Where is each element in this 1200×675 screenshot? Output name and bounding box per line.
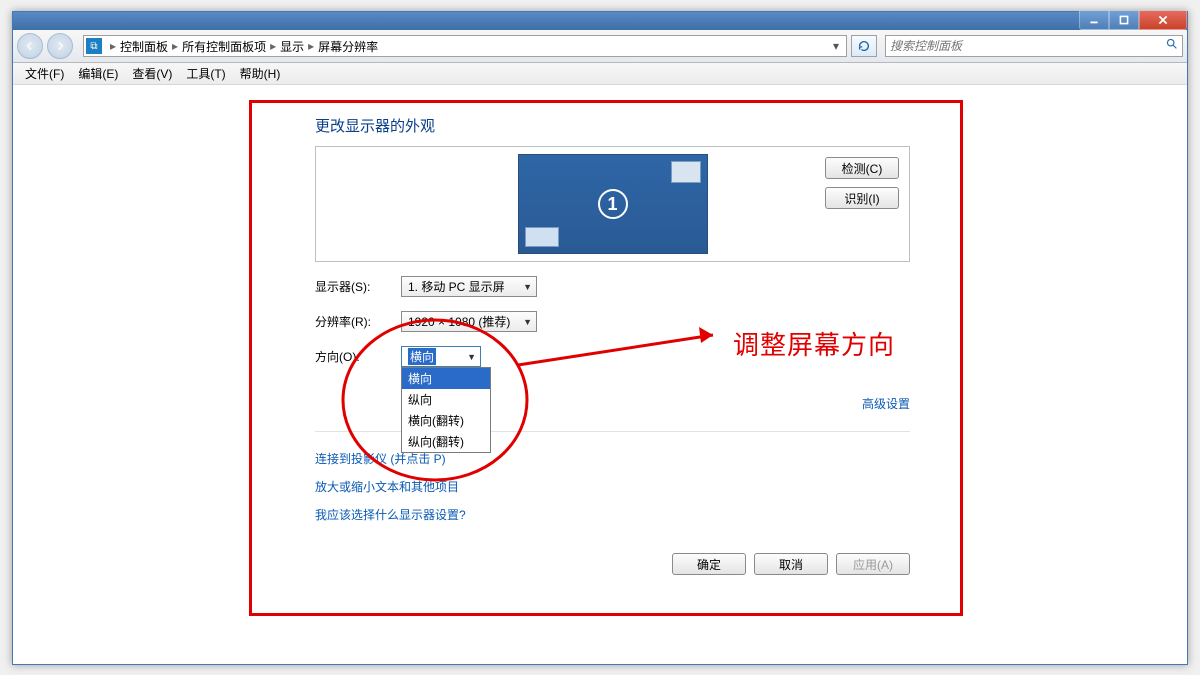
page-title: 更改显示器的外观 xyxy=(315,115,910,136)
address-dropdown-icon[interactable]: ▾ xyxy=(828,39,844,53)
menu-view[interactable]: 查看(V) xyxy=(126,63,178,84)
menu-edit[interactable]: 编辑(E) xyxy=(72,63,124,84)
resolution-label: 分辨率(R): xyxy=(315,313,401,330)
maximize-button[interactable] xyxy=(1109,11,1139,30)
orientation-option[interactable]: 横向(翻转) xyxy=(402,410,490,431)
ok-button[interactable]: 确定 xyxy=(672,553,746,575)
chevron-down-icon: ▼ xyxy=(467,352,476,362)
control-panel-icon: ⧉ xyxy=(86,38,102,54)
chevron-down-icon: ▼ xyxy=(523,282,532,292)
detect-button[interactable]: 检测(C) xyxy=(825,157,899,179)
advanced-settings-link[interactable]: 高级设置 xyxy=(862,397,910,411)
identify-button[interactable]: 识别(I) xyxy=(825,187,899,209)
menu-tools[interactable]: 工具(T) xyxy=(180,63,231,84)
display-settings-page: 更改显示器的外观 1 检测(C) 识别(I) 显示器(S): 1. 移动 PC … xyxy=(315,115,910,524)
titlebar xyxy=(13,12,1187,30)
content-area: 更改显示器的外观 1 检测(C) 识别(I) 显示器(S): 1. 移动 PC … xyxy=(13,85,1187,664)
breadcrumb-item[interactable]: 屏幕分辨率 xyxy=(318,38,378,55)
preview-window-icon xyxy=(671,161,701,183)
resolution-value: 1920 × 1080 (推荐) xyxy=(408,313,510,330)
orientation-combobox[interactable]: 横向 ▼ 横向 纵向 横向(翻转) 纵向(翻转) xyxy=(401,346,481,367)
close-button[interactable] xyxy=(1139,11,1187,30)
breadcrumb-item[interactable]: 所有控制面板项 xyxy=(182,38,266,55)
orientation-option[interactable]: 纵向(翻转) xyxy=(402,431,490,452)
display-label: 显示器(S): xyxy=(315,278,401,295)
monitor-preview[interactable]: 1 xyxy=(518,154,708,254)
chevron-down-icon: ▼ xyxy=(523,317,532,327)
explorer-window: ⧉ ▸ 控制面板 ▸ 所有控制面板项 ▸ 显示 ▸ 屏幕分辨率 ▾ 文件(F) … xyxy=(12,11,1188,665)
display-value: 1. 移动 PC 显示屏 xyxy=(408,278,505,295)
breadcrumb-item[interactable]: 控制面板 xyxy=(120,38,168,55)
cancel-button[interactable]: 取消 xyxy=(754,553,828,575)
text-size-link[interactable]: 放大或缩小文本和其他项目 xyxy=(315,480,459,494)
menu-file[interactable]: 文件(F) xyxy=(19,63,70,84)
projector-link[interactable]: 连接到投影仪 (并点击 P) xyxy=(315,452,446,466)
dialog-buttons: 确定 取消 应用(A) xyxy=(315,553,910,575)
breadcrumb-sep: ▸ xyxy=(110,39,116,53)
orientation-dropdown: 横向 纵向 横向(翻转) 纵向(翻转) xyxy=(401,367,491,453)
preview-taskbar-icon xyxy=(525,227,559,247)
annotation-text: 调整屏幕方向 xyxy=(733,325,895,362)
which-settings-link[interactable]: 我应该选择什么显示器设置? xyxy=(315,508,466,522)
back-button[interactable] xyxy=(17,33,43,59)
address-bar[interactable]: ⧉ ▸ 控制面板 ▸ 所有控制面板项 ▸ 显示 ▸ 屏幕分辨率 ▾ xyxy=(83,35,847,57)
menu-bar: 文件(F) 编辑(E) 查看(V) 工具(T) 帮助(H) xyxy=(13,63,1187,85)
search-icon[interactable] xyxy=(1165,37,1178,55)
refresh-button[interactable] xyxy=(851,35,877,57)
monitor-number: 1 xyxy=(598,189,628,219)
search-input[interactable] xyxy=(890,39,1165,53)
navigation-bar: ⧉ ▸ 控制面板 ▸ 所有控制面板项 ▸ 显示 ▸ 屏幕分辨率 ▾ xyxy=(13,30,1187,63)
orientation-label: 方向(O): xyxy=(315,348,401,365)
orientation-option[interactable]: 纵向 xyxy=(402,389,490,410)
resolution-combobox[interactable]: 1920 × 1080 (推荐) ▼ xyxy=(401,311,537,332)
orientation-option[interactable]: 横向 xyxy=(402,368,490,389)
display-combobox[interactable]: 1. 移动 PC 显示屏 ▼ xyxy=(401,276,537,297)
monitor-preview-box: 1 检测(C) 识别(I) xyxy=(315,146,910,262)
apply-button[interactable]: 应用(A) xyxy=(836,553,910,575)
minimize-button[interactable] xyxy=(1079,11,1109,30)
breadcrumb-item[interactable]: 显示 xyxy=(280,38,304,55)
search-box[interactable] xyxy=(885,35,1183,57)
orientation-value: 横向 xyxy=(408,348,436,365)
forward-button[interactable] xyxy=(47,33,73,59)
menu-help[interactable]: 帮助(H) xyxy=(234,63,287,84)
